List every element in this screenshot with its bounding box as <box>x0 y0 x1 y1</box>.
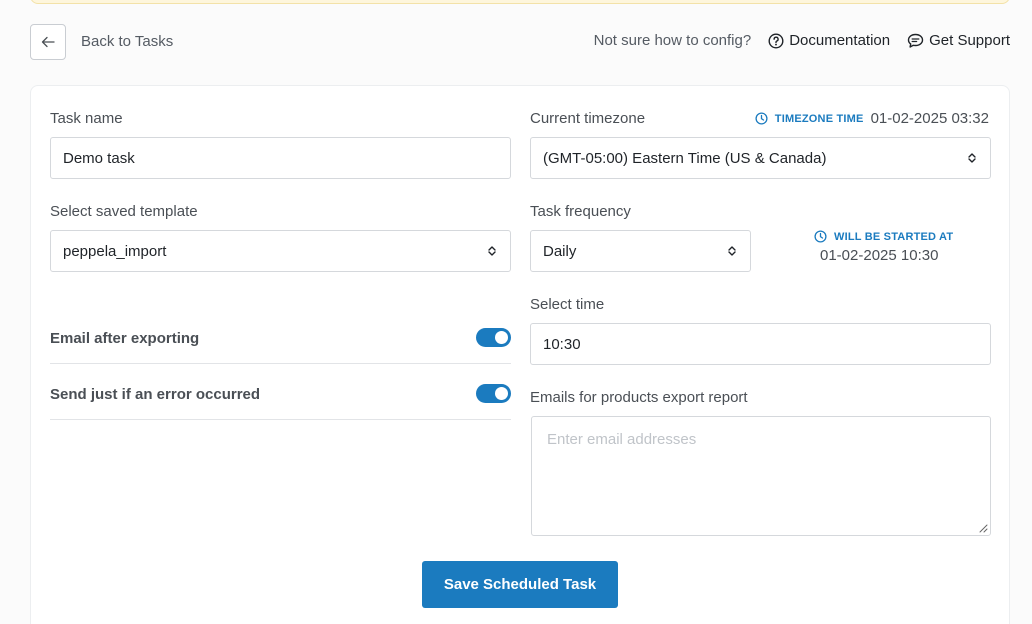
timezone-label: Current timezone <box>530 110 646 127</box>
help-circle-icon <box>768 32 784 49</box>
timezone-value: (GMT-05:00) Eastern Time (US & Canada) <box>543 149 827 167</box>
chat-bubble-icon <box>907 33 924 48</box>
frequency-select[interactable]: Daily <box>530 230 751 272</box>
template-label: Select saved template <box>50 203 198 220</box>
time-label: Select time <box>530 296 605 313</box>
email-after-toggle[interactable] <box>476 328 511 347</box>
template-select[interactable]: peppela_import <box>50 230 511 272</box>
back-button[interactable] <box>30 24 66 60</box>
start-at-label: WILL BE STARTED AT <box>834 230 954 243</box>
time-value: 10:30 <box>543 335 581 353</box>
clock-icon <box>755 112 768 125</box>
task-name-input[interactable]: Demo task <box>50 137 511 179</box>
time-input[interactable]: 10:30 <box>530 323 991 365</box>
timezone-select[interactable]: (GMT-05:00) Eastern Time (US & Canada) <box>530 137 991 179</box>
frequency-value: Daily <box>543 242 577 260</box>
start-at-value: 01-02-2025 10:30 <box>820 247 939 264</box>
start-at-label-row: WILL BE STARTED AT <box>814 230 953 243</box>
error-only-label: Send just if an error occurred <box>50 386 261 403</box>
emails-placeholder: Enter email addresses <box>547 431 697 448</box>
resize-handle-icon[interactable] <box>979 524 988 533</box>
task-name-label: Task name <box>50 110 123 127</box>
select-caret-icon <box>728 246 736 256</box>
timezone-time-label: TIMEZONE TIME <box>774 112 864 125</box>
config-hint: Not sure how to config? <box>593 32 752 49</box>
select-caret-icon <box>968 153 976 163</box>
frequency-label: Task frequency <box>530 203 631 220</box>
help-links: Not sure how to config? Documentation Ge… <box>594 32 1010 49</box>
select-caret-icon <box>488 246 496 256</box>
documentation-link[interactable]: Documentation <box>768 32 890 49</box>
timezone-time-value: 01-02-2025 03:32 <box>870 110 989 127</box>
template-value: peppela_import <box>63 242 167 260</box>
divider <box>50 363 511 364</box>
email-after-label: Email after exporting <box>50 330 200 347</box>
divider <box>50 419 511 420</box>
back-to-tasks-link[interactable]: Back to Tasks <box>81 33 173 50</box>
get-support-link[interactable]: Get Support <box>907 32 1010 49</box>
task-name-value: Demo task <box>63 149 135 167</box>
timezone-time: TIMEZONE TIME 01-02-2025 03:32 <box>755 110 989 127</box>
arrow-left-icon <box>41 36 55 48</box>
emails-textarea[interactable]: Enter email addresses <box>531 416 991 536</box>
task-form-card: Task name Demo task Current timezone TIM… <box>30 85 1010 624</box>
save-scheduled-task-button[interactable]: Save Scheduled Task <box>422 561 618 608</box>
error-only-toggle[interactable] <box>476 384 511 403</box>
clock-icon <box>814 230 827 243</box>
documentation-label: Documentation <box>789 32 891 49</box>
notice-banner <box>30 0 1010 4</box>
emails-label: Emails for products export report <box>530 389 748 406</box>
get-support-label: Get Support <box>929 32 1010 49</box>
